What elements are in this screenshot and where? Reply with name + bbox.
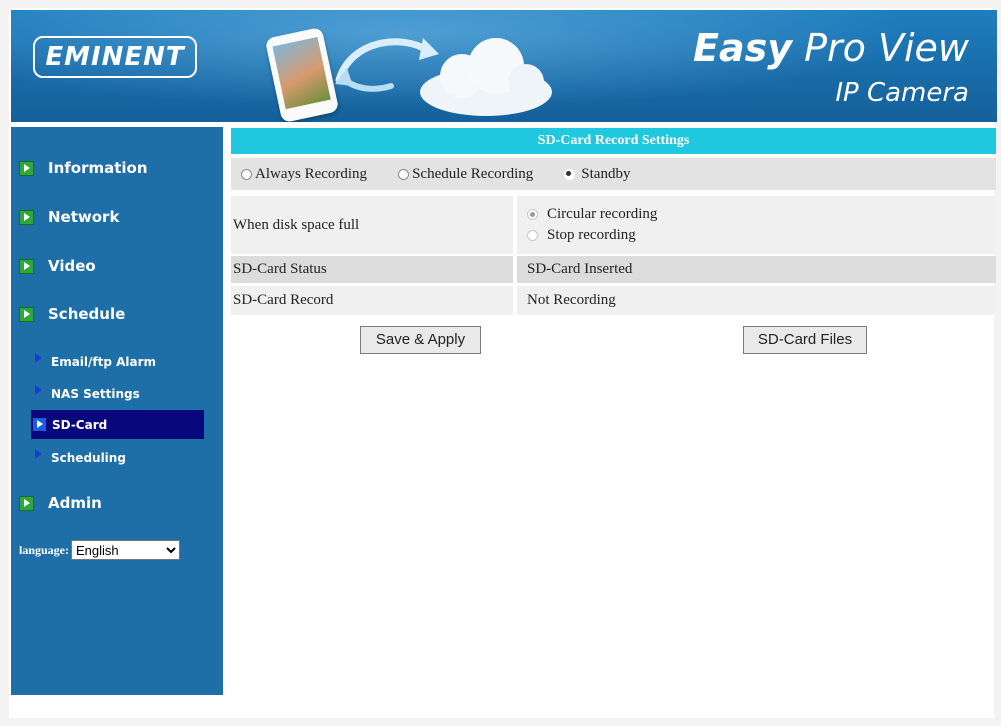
language-label: language: bbox=[19, 542, 70, 557]
sidebar-item-video[interactable]: Video bbox=[19, 255, 96, 277]
option-stop-recording[interactable]: Stop recording bbox=[527, 227, 657, 244]
radio-button-selected[interactable] bbox=[564, 168, 576, 180]
sd-card-files-button[interactable]: SD-Card Files bbox=[743, 326, 867, 354]
disk-full-label: When disk space full bbox=[231, 196, 513, 254]
arrow-right-icon bbox=[19, 209, 34, 225]
brand-title: Easy Pro View bbox=[693, 26, 969, 70]
sd-card-record-label: SD-Card Record bbox=[231, 286, 513, 315]
eminent-logo: EMINENT bbox=[33, 36, 197, 78]
arrow-right-icon bbox=[19, 258, 34, 274]
option-circular-recording[interactable]: Circular recording bbox=[527, 206, 657, 223]
sd-card-status-row: SD-Card Status SD-Card Inserted bbox=[231, 256, 996, 283]
triangle-right-icon bbox=[35, 353, 42, 363]
triangle-right-icon bbox=[35, 385, 42, 395]
sidebar-item-information[interactable]: Information bbox=[19, 157, 148, 179]
recording-mode-row: Always Recording Schedule Recording Stan… bbox=[231, 158, 996, 190]
panel-title: SD-Card Record Settings bbox=[231, 128, 996, 154]
header-banner: EMINENT Easy Pro View IP Camera bbox=[11, 10, 997, 122]
cloud-icon bbox=[420, 38, 552, 116]
sd-card-record-value: Not Recording bbox=[517, 286, 996, 315]
mode-standby[interactable]: Standby bbox=[564, 166, 630, 183]
sidebar-item-network[interactable]: Network bbox=[19, 206, 119, 228]
sidebar-subitem-email-ftp-alarm[interactable]: Email/ftp Alarm bbox=[35, 351, 156, 373]
triangle-right-icon bbox=[35, 449, 42, 459]
sidebar-item-admin[interactable]: Admin bbox=[19, 492, 102, 514]
arrow-right-icon bbox=[19, 306, 34, 322]
disk-full-row: When disk space full Circular recording … bbox=[231, 196, 996, 254]
language-selector: language: English bbox=[19, 540, 181, 560]
arrow-right-icon bbox=[33, 418, 46, 431]
mode-schedule-recording[interactable]: Schedule Recording bbox=[398, 166, 533, 183]
radio-button[interactable] bbox=[527, 230, 538, 241]
sidebar: Information Network Video Schedule Email… bbox=[11, 127, 223, 695]
arrow-right-icon bbox=[19, 160, 34, 176]
sidebar-subitem-scheduling[interactable]: Scheduling bbox=[35, 447, 126, 469]
brand-subtitle: IP Camera bbox=[835, 78, 969, 108]
radio-button-selected[interactable] bbox=[527, 209, 538, 220]
radio-button[interactable] bbox=[398, 168, 410, 180]
language-select[interactable]: English bbox=[71, 540, 181, 560]
disk-full-options: Circular recording Stop recording bbox=[527, 206, 657, 244]
sd-card-status-label: SD-Card Status bbox=[231, 256, 513, 283]
sd-card-status-value: SD-Card Inserted bbox=[517, 256, 996, 283]
radio-button[interactable] bbox=[241, 168, 252, 180]
sd-card-record-row: SD-Card Record Not Recording bbox=[231, 286, 996, 315]
save-apply-button[interactable]: Save & Apply bbox=[360, 326, 481, 354]
mode-always-recording[interactable]: Always Recording bbox=[241, 166, 367, 183]
sidebar-subitem-sd-card[interactable]: SD-Card bbox=[31, 410, 204, 439]
sidebar-item-schedule[interactable]: Schedule bbox=[19, 303, 125, 325]
sidebar-subitem-nas-settings[interactable]: NAS Settings bbox=[35, 383, 140, 405]
arrow-right-icon bbox=[19, 495, 34, 511]
